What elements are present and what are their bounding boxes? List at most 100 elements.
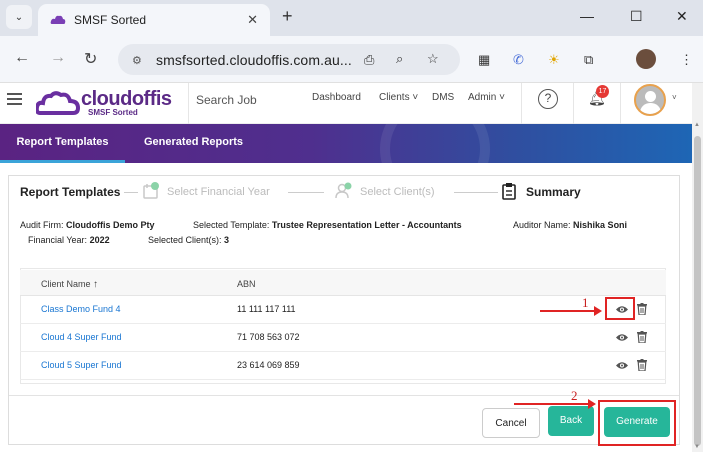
browser-menu-icon[interactable]: ⋮ bbox=[680, 52, 693, 68]
step-financial-year[interactable]: Select Financial Year bbox=[167, 186, 270, 198]
close-tab-icon[interactable]: ✕ bbox=[247, 12, 258, 28]
menu-admin-label: Admin bbox=[468, 92, 497, 103]
site-settings-icon[interactable]: ⚙ bbox=[132, 54, 146, 67]
footer-divider bbox=[9, 395, 679, 396]
calendar-check-icon bbox=[143, 182, 159, 199]
phone-extension-icon[interactable]: ✆ bbox=[513, 52, 524, 68]
annotation-arrow-2 bbox=[514, 399, 596, 409]
url-text: smsfsorted.cloudoffis.com.au... bbox=[156, 51, 352, 68]
reload-icon[interactable]: ↻ bbox=[84, 49, 97, 69]
trash-icon[interactable] bbox=[637, 331, 647, 343]
step-connector bbox=[454, 192, 498, 193]
minimize-icon[interactable]: — bbox=[580, 8, 594, 24]
selected-clients-info: Selected Client(s): 3 bbox=[148, 235, 229, 245]
stepper-title: Report Templates bbox=[20, 185, 121, 199]
trash-icon[interactable] bbox=[637, 359, 647, 371]
menu-clients-label: Clients bbox=[379, 92, 410, 103]
abn-cell: 71 708 563 072 bbox=[237, 332, 300, 342]
qr-extension-icon[interactable]: ▦ bbox=[478, 52, 490, 68]
logo-subtitle: SMSF Sorted bbox=[88, 108, 138, 117]
tab-title: SMSF Sorted bbox=[74, 13, 147, 27]
table-header: Client Name ↑ ABN bbox=[20, 270, 666, 296]
template-info: Selected Template: Trustee Representatio… bbox=[193, 220, 462, 230]
abn-cell: 23 614 069 859 bbox=[237, 360, 300, 370]
client-name-link[interactable]: Cloud 5 Super Fund bbox=[41, 360, 122, 370]
annotation-number-1: 1 bbox=[582, 295, 589, 310]
bookmark-star-icon[interactable]: ☆ bbox=[427, 51, 439, 67]
browser-tab[interactable]: SMSF Sorted ✕ bbox=[38, 4, 270, 36]
abn-cell: 11 111 117 111 bbox=[237, 304, 296, 314]
brightness-extension-icon[interactable]: ☀ bbox=[548, 52, 560, 68]
browser-toolbar: ← → ↻ ⚙ smsfsorted.cloudoffis.com.au... … bbox=[0, 36, 703, 83]
cloudoffis-favicon-icon bbox=[50, 15, 66, 24]
tab-report-templates[interactable]: Report Templates bbox=[0, 124, 125, 163]
browser-profile-avatar[interactable] bbox=[636, 49, 656, 69]
close-window-icon[interactable]: ✕ bbox=[676, 8, 688, 25]
app-header: cloudoffis SMSF Sorted Search Job Dashbo… bbox=[0, 83, 692, 124]
forward-arrow-icon[interactable]: → bbox=[50, 49, 66, 67]
client-name-link[interactable]: Cloud 4 Super Fund bbox=[41, 332, 122, 342]
chevron-down-icon[interactable]: ˅ bbox=[672, 93, 677, 102]
eye-icon[interactable] bbox=[616, 361, 628, 370]
clients-value: 3 bbox=[224, 235, 230, 245]
extensions-puzzle-icon[interactable]: ⧉ bbox=[584, 52, 593, 68]
annotation-number-2: 2 bbox=[571, 388, 578, 403]
col-client-name[interactable]: Client Name ↑ bbox=[41, 279, 98, 290]
tab-search-button[interactable]: ⌄ bbox=[6, 5, 32, 29]
tab-banner: Report Templates Generated Reports bbox=[0, 124, 692, 163]
eye-icon[interactable] bbox=[616, 333, 628, 342]
client-name-link[interactable]: Class Demo Fund 4 bbox=[41, 304, 121, 314]
auditor-label: Auditor Name: bbox=[513, 220, 571, 230]
user-avatar[interactable] bbox=[634, 84, 666, 116]
fy-label: Financial Year: bbox=[28, 235, 88, 245]
step-connector bbox=[288, 192, 324, 193]
header-separator bbox=[620, 83, 621, 124]
cancel-button[interactable]: Cancel bbox=[482, 408, 540, 438]
annotation-box-2 bbox=[598, 400, 676, 446]
tab-generated-reports[interactable]: Generated Reports bbox=[144, 124, 243, 163]
auditor-info: Auditor Name: Nishika Soni bbox=[513, 220, 627, 230]
audit-firm-info: Audit Firm: Cloudoffis Demo Pty bbox=[20, 220, 155, 230]
menu-clients[interactable]: Clients ˅ bbox=[379, 92, 418, 103]
step-summary[interactable]: Summary bbox=[526, 185, 581, 199]
back-button[interactable]: Back bbox=[548, 406, 594, 436]
maximize-icon[interactable]: ☐ bbox=[630, 8, 643, 25]
notification-badge: 17 bbox=[596, 85, 609, 98]
scroll-down-icon[interactable]: ▼ bbox=[694, 444, 700, 450]
table-row: Cloud 5 Super Fund 23 614 069 859 bbox=[20, 352, 666, 380]
search-job-input[interactable]: Search Job bbox=[196, 93, 257, 107]
template-value: Trustee Representation Letter - Accounta… bbox=[271, 220, 462, 230]
chevron-down-icon: ˅ bbox=[409, 92, 419, 103]
step-select-clients[interactable]: Select Client(s) bbox=[360, 186, 435, 198]
address-bar[interactable]: ⚙ smsfsorted.cloudoffis.com.au... bbox=[118, 44, 460, 75]
new-tab-icon[interactable]: + bbox=[282, 6, 293, 27]
col-client-name-label: Client Name bbox=[41, 279, 91, 289]
hamburger-menu-icon[interactable] bbox=[7, 93, 22, 105]
col-abn: ABN bbox=[237, 279, 256, 289]
browser-tab-bar: ⌄ SMSF Sorted ✕ + — ☐ ✕ bbox=[0, 0, 703, 36]
step-connector bbox=[124, 192, 138, 193]
audit-firm-label: Audit Firm: bbox=[20, 220, 64, 230]
financial-year-info: Financial Year: 2022 bbox=[28, 235, 110, 245]
menu-admin[interactable]: Admin ˅ bbox=[468, 92, 505, 103]
help-icon[interactable]: ? bbox=[538, 89, 558, 109]
install-app-icon[interactable]: ⎙ bbox=[364, 52, 374, 68]
user-check-icon bbox=[335, 182, 352, 199]
menu-dashboard[interactable]: Dashboard bbox=[312, 92, 361, 103]
auditor-value: Nishika Soni bbox=[573, 220, 628, 230]
cloud-logo-icon bbox=[36, 91, 80, 115]
header-divider bbox=[188, 83, 189, 124]
trash-icon[interactable] bbox=[637, 303, 647, 315]
annotation-arrow-1 bbox=[540, 306, 602, 316]
cloudoffis-logo[interactable]: cloudoffis SMSF Sorted bbox=[36, 87, 176, 119]
clients-label: Selected Client(s): bbox=[148, 235, 222, 245]
zoom-icon[interactable]: ⌕ bbox=[396, 51, 403, 67]
annotation-box-1 bbox=[605, 297, 635, 320]
sort-arrow-up-icon: ↑ bbox=[93, 279, 99, 290]
scrollbar-thumb[interactable] bbox=[694, 136, 701, 446]
template-label: Selected Template: bbox=[193, 220, 270, 230]
table-row: Cloud 4 Super Fund 71 708 563 072 bbox=[20, 324, 666, 352]
scroll-up-icon[interactable]: ▲ bbox=[694, 122, 700, 128]
menu-dms[interactable]: DMS bbox=[432, 92, 454, 103]
back-arrow-icon[interactable]: ← bbox=[14, 49, 30, 67]
